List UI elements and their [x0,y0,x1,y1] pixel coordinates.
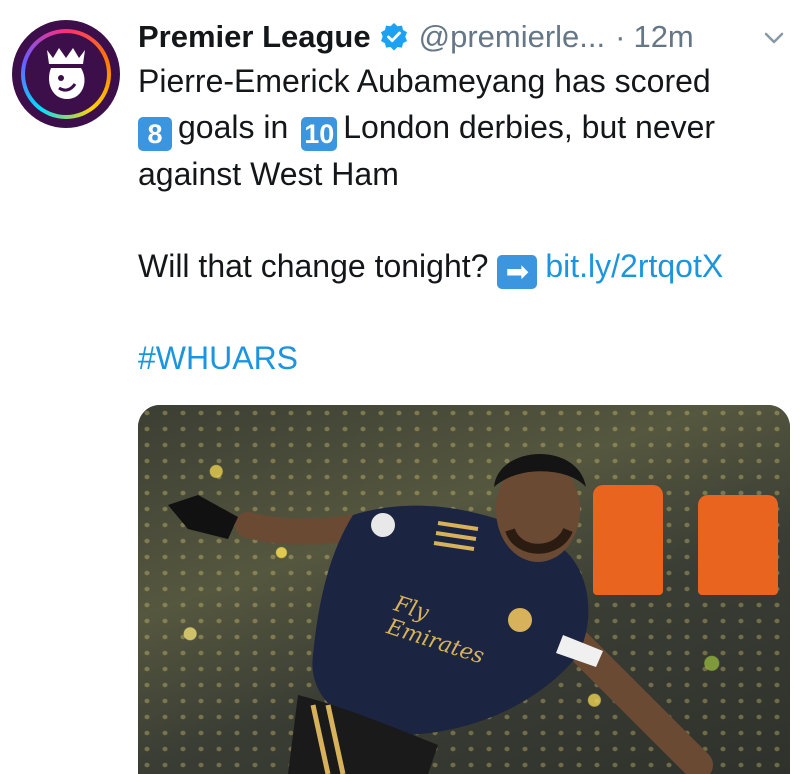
timestamp[interactable]: 12m [633,19,693,55]
player-figure [168,453,713,774]
account-name[interactable]: Premier League [138,19,371,55]
premier-league-lion-icon [47,48,85,99]
account-handle[interactable]: @premierle... [419,19,606,55]
tweet-text: Pierre-Emerick Aubameyang has scored 8 go… [138,58,793,381]
tweet-fragment: goals in [178,109,289,145]
chevron-down-icon[interactable] [760,24,788,52]
keycap-10: 10 [301,117,338,151]
avatar[interactable] [12,20,120,128]
hashtag-link[interactable]: #WHUARS [138,335,793,381]
separator-dot: · [615,19,626,54]
tweet-line: Will that change tonight? ➡ bit.ly/2rtqot… [138,243,793,289]
tweet-link[interactable]: bit.ly/2rtqotX [545,248,723,284]
right-arrow-icon: ➡ [497,255,538,289]
verified-badge-icon [379,22,409,52]
tweet-line: 8 goals in 10 London derbies, but never [138,104,793,151]
tweet-media-photo[interactable]: Fly Emirates [138,405,790,774]
tweet-line: Pierre-Emerick Aubameyang has scored [138,63,711,99]
tweet-fragment: Will that change tonight? [138,248,489,284]
tweet-fragment: London derbies, but never [343,109,716,145]
keycap-8: 8 [138,117,172,151]
tweet-line: against West Ham [138,156,399,192]
tweet-header: Premier League @premierle... · 12m [138,14,788,60]
